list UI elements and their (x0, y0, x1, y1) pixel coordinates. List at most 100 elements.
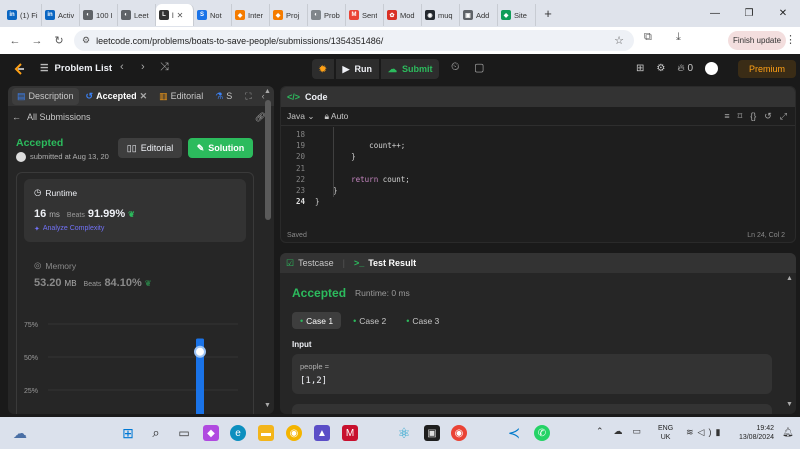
braces-icon[interactable]: {} (750, 111, 756, 122)
forward-button[interactable]: → (26, 30, 48, 52)
case-tab[interactable]: • Case 3 (398, 312, 447, 329)
debug-button[interactable]: ✹ (312, 59, 334, 79)
format-icon[interactable]: ≡ (724, 111, 729, 122)
tab-description[interactable]: ▤ Description (12, 87, 79, 105)
scroll-up-icon[interactable]: ▲ (786, 275, 793, 282)
whatsapp-icon[interactable]: ✆ (534, 425, 550, 441)
chevron-up-icon[interactable]: ⌃ (596, 426, 604, 437)
notification-bell-icon[interactable]: 🔔︎ (782, 427, 793, 438)
browser-tab[interactable]: in (1) Fi (4, 4, 42, 26)
browser-tab[interactable]: ◆ Inter (232, 4, 270, 26)
scroll-thumb[interactable] (265, 100, 271, 220)
run-label: Run (354, 64, 372, 74)
submit-button[interactable]: ☁ Submit (380, 59, 440, 79)
language-indicator[interactable]: ENG UK (658, 424, 673, 442)
tray-status-icons[interactable]: ≋◁)▮ (686, 427, 724, 438)
tab-accepted[interactable]: ↺ Accepted ✕ (81, 88, 153, 105)
tab-testcase[interactable]: ☑ Testcase (286, 258, 334, 269)
menu-icon[interactable]: ⋮ (785, 33, 796, 46)
browser-tab[interactable]: Ll ✕ (156, 4, 194, 26)
url-field[interactable]: ⚙ leetcode.com/problems/boats-to-save-pe… (74, 30, 634, 51)
copilot-icon[interactable]: ◆ (203, 425, 219, 441)
browser-tab[interactable]: ◆ Proj (270, 4, 308, 26)
maximize-button[interactable]: ❐ (732, 0, 766, 27)
scroll-up-icon[interactable]: ▲ (264, 88, 271, 95)
bookmark-star-icon[interactable]: ☆ (614, 34, 624, 47)
all-submissions-link[interactable]: ← All Submissions (12, 112, 91, 122)
tab-close-icon[interactable]: ✕ (177, 11, 184, 20)
store-icon[interactable]: ▲ (314, 425, 330, 441)
editorial-button[interactable]: ▯▯ Editorial (118, 138, 182, 158)
browser-tab[interactable]: ◐ Leet (118, 4, 156, 26)
case-tab[interactable]: • Case 2 (345, 312, 394, 329)
browser-tab[interactable]: in Activ (42, 4, 80, 26)
onedrive-icon[interactable]: ☁ (614, 426, 623, 437)
browser-tab[interactable]: ✿ Mod (384, 4, 422, 26)
extensions-icon[interactable]: ⧉ (644, 31, 652, 44)
fullscreen-icon[interactable]: ⤢ (780, 111, 787, 122)
run-button[interactable]: ▶ Run (335, 59, 379, 79)
settings-gear-icon[interactable]: ⚙ (656, 63, 665, 74)
browser-tab[interactable]: ◐ 100 I (80, 4, 118, 26)
browser-tab-label: Site (514, 10, 527, 20)
tab-solutions[interactable]: ⚗ S (210, 88, 237, 105)
avatar[interactable] (705, 62, 719, 75)
shuffle-icon[interactable]: ⤨ (160, 61, 169, 74)
site-info-icon[interactable]: ⚙ (82, 35, 90, 46)
browser-tab[interactable]: M Sent (346, 4, 384, 26)
vscode-blue-icon[interactable]: ▣ (424, 425, 440, 441)
expand-icon[interactable]: ⛶ (245, 91, 251, 102)
browser-tab[interactable]: ◐ Prob (308, 4, 346, 26)
timer-icon[interactable]: ⏲ (451, 61, 460, 74)
react-icon[interactable]: ⚛ (396, 425, 412, 441)
new-tab-button[interactable]: + (539, 5, 557, 23)
bookmark-icon[interactable]: ⌑ (738, 111, 743, 122)
memory-card[interactable]: ◎ Memory 53.20 MB Beats 84.10% ❦ (24, 252, 246, 302)
task-view-icon[interactable]: ▭ (176, 425, 192, 441)
browser-tab[interactable]: ◉ muq (422, 4, 460, 26)
mcafee-icon[interactable]: M (342, 425, 358, 441)
battery-icon[interactable]: ▭ (633, 426, 642, 437)
streak-counter[interactable]: 🔥︎ 0 (677, 63, 693, 74)
edge-icon[interactable]: e (230, 425, 246, 441)
auto-mode-toggle[interactable]: 🔒︎ Auto (324, 111, 348, 122)
tab-editorial[interactable]: ▥ Editorial (154, 88, 208, 105)
layout-grid-icon[interactable]: ⊞ (636, 63, 644, 74)
file-explorer-icon[interactable]: ▬ (258, 425, 274, 441)
solution-button[interactable]: ✎ Solution (188, 138, 253, 158)
case-tab[interactable]: • Case 1 (292, 312, 342, 329)
browser-tab[interactable]: ▣ Add (460, 4, 498, 26)
windows-start-icon[interactable]: ⊞ (120, 425, 136, 441)
scroll-down-icon[interactable]: ▼ (786, 401, 793, 408)
weather-icon[interactable]: ☁ (12, 425, 28, 441)
leetcode-logo-icon[interactable] (12, 62, 26, 76)
minimize-button[interactable]: — (698, 0, 732, 27)
tab-close-icon[interactable]: ✕ (140, 91, 148, 102)
finish-update-button[interactable]: Finish update (728, 31, 786, 50)
chrome-color-icon[interactable]: ◉ (286, 425, 302, 441)
download-icon[interactable]: ⤓ (676, 31, 681, 44)
chrome-icon[interactable]: ◉ (451, 425, 467, 441)
clock[interactable]: 19:42 13/08/2024 (734, 424, 774, 442)
close-window-button[interactable]: ✕ (766, 0, 800, 27)
vscode-icon[interactable]: ≺ (506, 425, 522, 442)
back-button[interactable]: ← (4, 30, 26, 52)
analyze-complexity-link[interactable]: ✦ Analyze Complexity (34, 225, 104, 233)
search-icon[interactable]: ⌕ (148, 425, 164, 441)
next-problem-icon[interactable]: › (141, 61, 145, 73)
left-panel-scrollbar[interactable]: ▲ ▼ (262, 86, 274, 414)
language-select[interactable]: Java ⌄ (287, 111, 314, 122)
problem-list-link[interactable]: ☰ Problem List (40, 63, 112, 74)
scroll-down-icon[interactable]: ▼ (264, 402, 271, 409)
your-submission-marker[interactable] (194, 345, 206, 358)
reload-button[interactable]: ↻ (48, 30, 70, 52)
prev-problem-icon[interactable]: ‹ (120, 61, 124, 73)
tab-test-result[interactable]: >_ Test Result (354, 258, 416, 268)
browser-tab[interactable]: ◆ Site (498, 4, 536, 26)
browser-tab[interactable]: S Not (194, 4, 232, 26)
premium-button[interactable]: Premium (738, 60, 796, 78)
runtime-card[interactable]: ◷ Runtime 16 ms Beats 91.99% ❦ ✦ Analyze… (24, 179, 246, 242)
reset-icon[interactable]: ↺ (764, 111, 772, 122)
notes-icon[interactable]: ▢ (474, 61, 484, 74)
result-scrollbar[interactable]: ▲ ▼ (786, 273, 794, 414)
